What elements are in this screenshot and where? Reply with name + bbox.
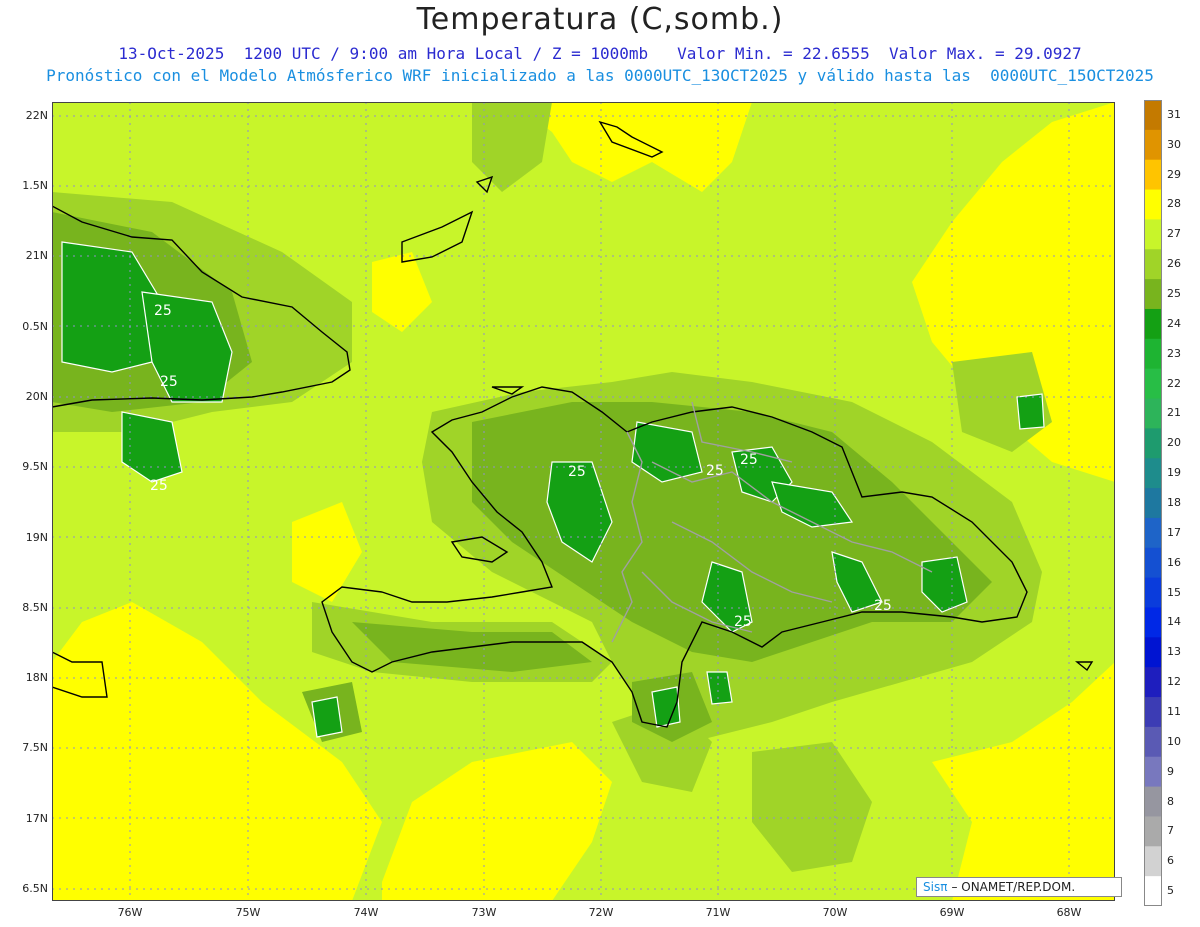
lat-label: 1.5N (22, 179, 48, 192)
colorbar-swatch (1144, 338, 1162, 370)
colorbar-swatch (1144, 876, 1162, 906)
lon-label: 75W (235, 906, 261, 919)
colorbar-label: 14 (1167, 615, 1181, 629)
colorbar-swatch (1144, 786, 1162, 817)
lat-label: 21N (25, 249, 48, 262)
colorbar-label: 7 (1167, 824, 1174, 838)
colorbar-label: 11 (1167, 704, 1181, 718)
subtitle-model-info: Pronóstico con el Modelo Atmósferico WRF… (46, 66, 1154, 85)
colorbar-label: 30 (1167, 137, 1181, 151)
colorbar-label: 15 (1167, 585, 1181, 599)
colorbar-label: 10 (1167, 734, 1181, 748)
colorbar-label: 16 (1167, 555, 1181, 569)
colorbar-swatch (1144, 577, 1162, 608)
colorbar-swatch (1144, 458, 1162, 489)
colorbar-label: 8 (1167, 794, 1174, 808)
colorbar-label: 5 (1167, 884, 1174, 898)
lat-label: 19N (25, 531, 48, 544)
lat-label: 8.5N (22, 601, 48, 614)
lon-label: 70W (822, 906, 848, 919)
credit-box: Sisπ – ONAMET/REP.DOM. (916, 877, 1122, 897)
colorbar-swatch (1144, 816, 1162, 847)
colorbar-label: 13 (1167, 645, 1181, 659)
colorbar-swatch (1144, 517, 1162, 549)
colorbar-label: 9 (1167, 764, 1174, 778)
colorbar-label: 21 (1167, 406, 1181, 420)
lon-label: 72W (588, 906, 614, 919)
colorbar-swatch (1144, 159, 1162, 191)
contour-label: 25 (734, 614, 752, 630)
lon-label: 68W (1056, 906, 1082, 919)
colorbar-swatch (1144, 697, 1162, 728)
colorbar-label: 12 (1167, 675, 1181, 689)
colorbar (1144, 100, 1162, 906)
contour-label: 25 (874, 598, 892, 614)
lon-label: 74W (353, 906, 379, 919)
colorbar-swatch (1144, 368, 1162, 400)
colorbar-swatch (1144, 726, 1162, 758)
contour-label: 25 (740, 452, 758, 468)
lat-label: 17N (25, 812, 48, 825)
colorbar-label: 22 (1167, 376, 1181, 390)
colorbar-swatch (1144, 100, 1162, 131)
colorbar-swatch (1144, 637, 1162, 668)
colorbar-swatch (1144, 667, 1162, 698)
colorbar-swatch (1144, 846, 1162, 877)
colorbar-label: 23 (1167, 346, 1181, 360)
colorbar-label: 19 (1167, 466, 1181, 480)
colorbar-swatch (1144, 756, 1162, 788)
colorbar-swatch (1144, 308, 1162, 340)
contour-label: 25 (706, 463, 724, 479)
sispi-logo: Sisπ (923, 880, 948, 894)
lon-label: 76W (117, 906, 143, 919)
colorbar-swatch (1144, 547, 1162, 579)
contour-label: 25 (160, 374, 178, 390)
colorbar-label: 24 (1167, 316, 1181, 330)
colorbar-swatch (1144, 129, 1162, 161)
colorbar-swatch (1144, 249, 1162, 280)
colorbar-swatch (1144, 219, 1162, 250)
chart-title: Temperatura (C,somb.) (416, 2, 784, 37)
lat-label: 20N (25, 390, 48, 403)
colorbar-swatch (1144, 488, 1162, 519)
colorbar-label: 17 (1167, 525, 1181, 539)
lat-label: 0.5N (22, 320, 48, 333)
lon-label: 71W (705, 906, 731, 919)
map-plot: 25 25 25 25 25 25 25 25 25 (52, 102, 1115, 901)
colorbar-label: 6 (1167, 854, 1174, 868)
colorbar-label: 29 (1167, 167, 1181, 181)
lon-label: 73W (471, 906, 497, 919)
contour-label: 25 (154, 303, 172, 319)
lat-label: 7.5N (22, 741, 48, 754)
colorbar-label: 27 (1167, 227, 1181, 241)
colorbar-swatch (1144, 398, 1162, 429)
lat-label: 22N (25, 109, 48, 122)
colorbar-swatch (1144, 279, 1162, 310)
colorbar-label: 20 (1167, 436, 1181, 450)
contour-label: 25 (568, 464, 586, 480)
lat-label: 6.5N (22, 882, 48, 895)
subtitle-valid-time: 13-Oct-2025 1200 UTC / 9:00 am Hora Loca… (118, 44, 1082, 63)
colorbar-label: 31 (1167, 107, 1181, 121)
colorbar-swatch (1144, 189, 1162, 220)
colorbar-label: 26 (1167, 257, 1181, 271)
lat-label: 18N (25, 671, 48, 684)
colorbar-swatch (1144, 607, 1162, 638)
lon-label: 69W (939, 906, 965, 919)
colorbar-label: 28 (1167, 197, 1181, 211)
colorbar-label: 18 (1167, 496, 1181, 509)
lat-label: 9.5N (22, 460, 48, 473)
colorbar-swatch (1144, 428, 1162, 459)
credit-text: – ONAMET/REP.DOM. (951, 880, 1076, 894)
colorbar-label: 25 (1167, 287, 1181, 301)
